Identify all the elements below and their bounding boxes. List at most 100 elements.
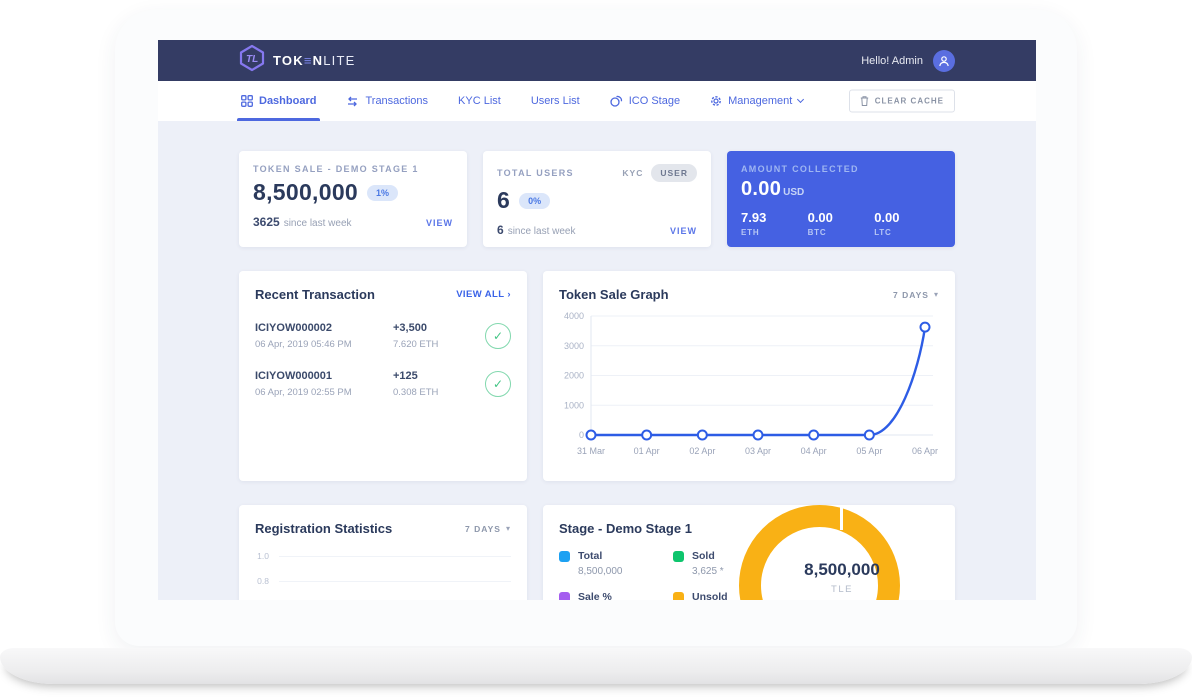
gauge-notch <box>840 505 843 530</box>
token-sale-view-link[interactable]: VIEW <box>426 218 453 228</box>
recent-transactions-panel: Recent Transaction VIEW ALL› ICIYOW00000… <box>239 271 527 481</box>
tab-ico-stage[interactable]: ICO Stage <box>608 81 682 121</box>
token-sale-line-chart: 0 1000 2000 3000 4000 31 Mar 01 Apr 02 Apr 03 Ap… <box>559 310 939 467</box>
registration-statistics-panel: Registration Statistics 7 DAYS▾ 1.00.80.… <box>239 505 527 600</box>
tab-label: ICO Stage <box>629 95 680 107</box>
panel-title: Registration Statistics <box>255 521 392 536</box>
transaction-id: ICIYOW000001 <box>255 370 393 382</box>
transaction-date: 06 Apr, 2019 02:55 PM <box>255 387 393 398</box>
total-users-badge: 0% <box>519 193 550 209</box>
svg-text:04 Apr: 04 Apr <box>801 446 827 456</box>
svg-text:0: 0 <box>579 430 584 440</box>
tab-label: Users List <box>531 95 580 107</box>
currency-btc: 0.00 BTC <box>808 210 875 237</box>
svg-text:03 Apr: 03 Apr <box>745 446 771 456</box>
total-users-view-link[interactable]: VIEW <box>670 226 697 236</box>
range-dropdown[interactable]: 7 DAYS▾ <box>893 290 939 300</box>
middle-panels-row: Recent Transaction VIEW ALL› ICIYOW00000… <box>239 271 955 481</box>
delta-caption: since last week <box>284 218 352 229</box>
coins-icon <box>610 95 623 107</box>
svg-text:1000: 1000 <box>564 400 584 410</box>
axis-tick-row: 1.0 <box>255 551 511 561</box>
clear-cache-button[interactable]: CLEAR CACHE <box>849 90 955 113</box>
transaction-date: 06 Apr, 2019 05:46 PM <box>255 339 393 350</box>
range-dropdown[interactable]: 7 DAYS▾ <box>465 524 511 534</box>
transaction-row[interactable]: ICIYOW000002 06 Apr, 2019 05:46 PM +3,50… <box>255 322 511 350</box>
transaction-crypto: 0.308 ETH <box>393 387 485 398</box>
tab-dashboard[interactable]: Dashboard <box>239 81 318 121</box>
legend-item-total: Total 8,500,000 <box>559 550 659 577</box>
user-menu[interactable]: Hello! Admin <box>861 50 955 72</box>
currency-breakdown: 7.93 ETH 0.00 BTC 0.00 LTC <box>741 210 941 237</box>
swap-arrows-icon <box>346 96 359 107</box>
nav-tabs-bar: Dashboard Transactions KYC List Users Li… <box>158 81 1036 121</box>
transaction-amount: +125 <box>393 370 485 382</box>
bottom-panels-row: Registration Statistics 7 DAYS▾ 1.00.80.… <box>239 505 955 600</box>
svg-text:3000: 3000 <box>564 341 584 351</box>
svg-text:4000: 4000 <box>564 311 584 321</box>
delta-value: 3625 <box>253 215 280 229</box>
transaction-row[interactable]: ICIYOW000001 06 Apr, 2019 02:55 PM +125 … <box>255 370 511 398</box>
toggle-user-option[interactable]: USER <box>651 164 697 182</box>
total-users-delta-wrap: 6 since last week <box>497 223 576 237</box>
delta-value: 6 <box>497 223 504 237</box>
svg-text:05 Apr: 05 Apr <box>856 446 882 456</box>
tab-label: Management <box>728 95 792 107</box>
token-sale-card: TOKEN SALE - DEMO STAGE 1 8,500,000 1% 3… <box>239 151 467 247</box>
brand[interactable]: TL TOK≡NLITE <box>239 44 355 77</box>
laptop-screen-frame: TL TOK≡NLITE Hello! Admin <box>115 10 1077 646</box>
token-sale-delta-wrap: 3625 since last week <box>253 215 352 229</box>
gear-icon <box>710 95 722 107</box>
total-users-card: TOTAL USERS KYC USER 6 0% 6since last we… <box>483 151 711 247</box>
panel-title: Stage - Demo Stage 1 <box>559 521 692 536</box>
gauge-center-label: 8,500,000 TLE <box>762 560 922 595</box>
svg-text:TL: TL <box>246 54 258 65</box>
tab-management[interactable]: Management <box>708 81 805 121</box>
caret-down-icon: ▾ <box>506 524 511 533</box>
stage-gauge-panel: Stage - Demo Stage 1 Total 8,500,000 Sol… <box>543 505 955 600</box>
person-icon <box>938 55 950 67</box>
svg-text:06 Apr: 06 Apr <box>912 446 938 456</box>
top-navbar: TL TOK≡NLITE Hello! Admin <box>158 40 1036 81</box>
legend-swatch <box>673 551 684 562</box>
card-title: TOKEN SALE - DEMO STAGE 1 <box>253 164 453 174</box>
toggle-kyc-option[interactable]: KYC <box>622 168 643 178</box>
tab-kyc-list[interactable]: KYC List <box>456 81 503 121</box>
token-sale-graph-panel: Token Sale Graph 7 DAYS▾ 0 1000 2000 3000 40… <box>543 271 955 481</box>
transaction-crypto: 7.620 ETH <box>393 339 485 350</box>
chevron-right-icon: › <box>507 289 511 300</box>
amount-collected-card: AMOUNT COLLECTED 0.00USD 7.93 ETH 0.00 <box>727 151 955 247</box>
card-title: AMOUNT COLLECTED <box>741 164 941 174</box>
brand-name: TOK≡NLITE <box>273 53 355 68</box>
transaction-amount: +3,500 <box>393 322 485 334</box>
greeting-text: Hello! Admin <box>861 55 923 67</box>
token-sale-value: 8,500,000 <box>253 179 358 206</box>
svg-text:01 Apr: 01 Apr <box>634 446 660 456</box>
tab-users-list[interactable]: Users List <box>529 81 582 121</box>
tab-label: KYC List <box>458 95 501 107</box>
check-circle-icon: ✓ <box>485 371 511 397</box>
user-avatar[interactable] <box>933 50 955 72</box>
amount-usd: 0.00USD <box>741 178 804 201</box>
tab-transactions[interactable]: Transactions <box>344 81 430 121</box>
check-circle-icon: ✓ <box>485 323 511 349</box>
delta-caption: since last week <box>508 226 576 237</box>
chevron-down-icon <box>797 96 804 103</box>
svg-text:31 Mar: 31 Mar <box>577 446 605 456</box>
brand-logo-icon: TL <box>239 44 265 77</box>
currency-eth: 7.93 ETH <box>741 210 808 237</box>
view-all-link[interactable]: VIEW ALL› <box>456 289 511 300</box>
svg-text:02 Apr: 02 Apr <box>689 446 715 456</box>
panel-title: Token Sale Graph <box>559 287 669 302</box>
svg-text:2000: 2000 <box>564 371 584 381</box>
legend-swatch <box>559 551 570 562</box>
axis-tick-row: 0.8 <box>255 576 511 586</box>
trash-icon <box>860 96 869 107</box>
clear-cache-label: CLEAR CACHE <box>875 97 944 106</box>
currency-ltc: 0.00 LTC <box>874 210 941 237</box>
transaction-id: ICIYOW000002 <box>255 322 393 334</box>
tab-label: Dashboard <box>259 95 316 107</box>
token-sale-badge: 1% <box>367 185 398 201</box>
total-users-value: 6 <box>497 187 510 214</box>
laptop-base <box>0 648 1192 684</box>
